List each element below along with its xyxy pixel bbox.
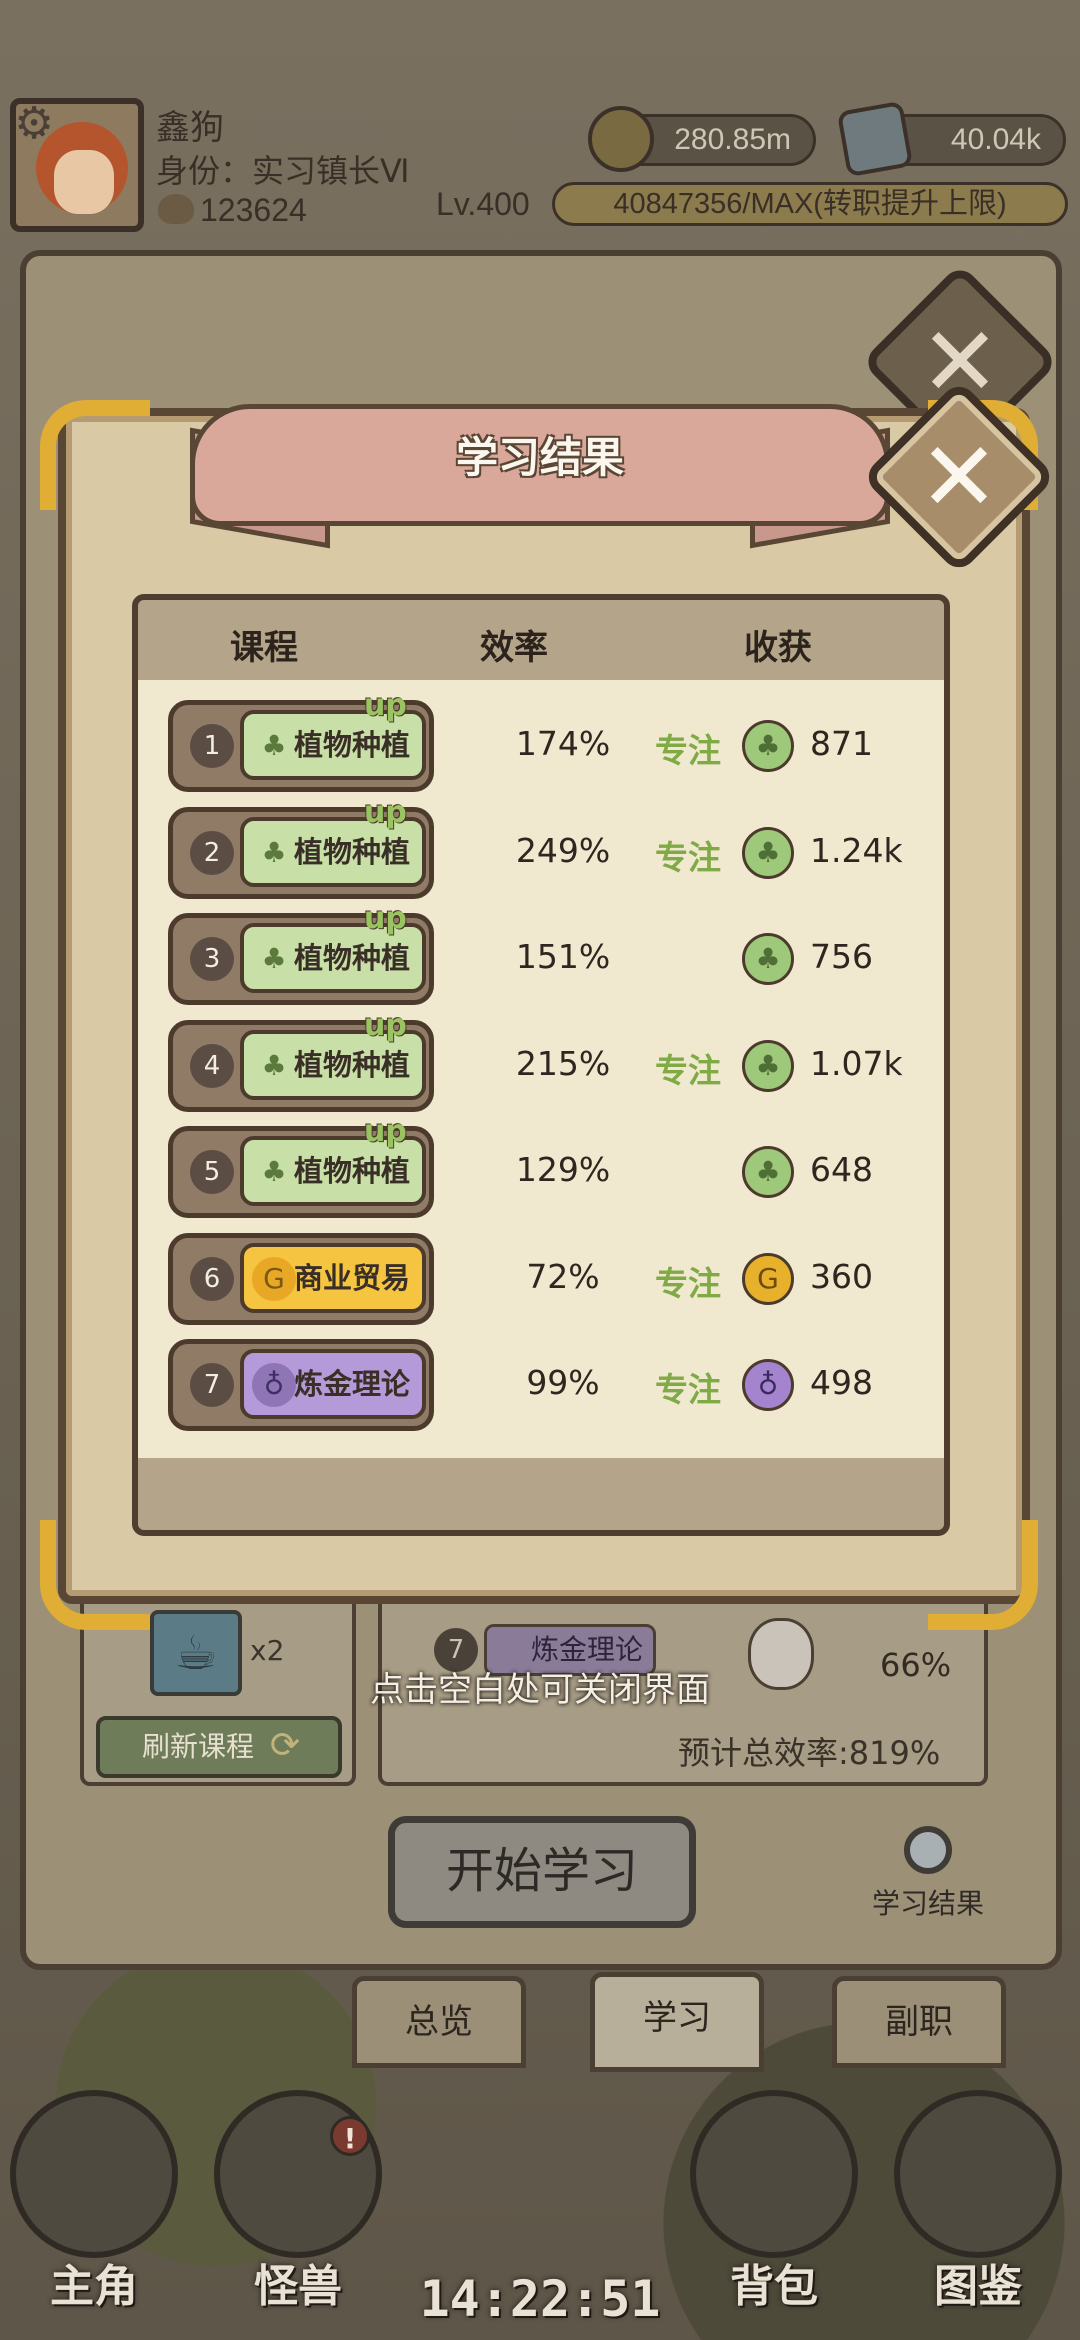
row-gain: 498	[810, 1363, 873, 1402]
focus-label: 专注	[655, 837, 721, 877]
monster-icon	[214, 2090, 382, 2258]
plant-icon: ♣	[261, 1155, 287, 1188]
refresh-icon: ⟳	[269, 1725, 300, 1766]
monster-alert-badge: !	[330, 2116, 370, 2156]
result-row: 7 ♁ 炼金理论 99% 专注 ♁ 498	[138, 1333, 944, 1439]
close-hint: 点击空白处可关闭界面	[370, 1670, 710, 1710]
up-arrow-icon: up	[364, 794, 407, 830]
player-name: 鑫狗	[156, 109, 224, 147]
result-row: 3 ♣ 植物种植 up 151% ♣ 756	[138, 901, 944, 1013]
xp-bar: 40847356/MAX(转职提升上限)	[552, 182, 1068, 226]
ore-icon	[836, 100, 914, 178]
study-result-label: 学习结果	[871, 1887, 984, 1920]
plant-icon: ♣	[261, 1048, 287, 1082]
plant-icon: ♣	[261, 729, 287, 762]
row-rank: 5	[190, 1150, 234, 1194]
plant-gain-icon: ♣	[742, 1039, 794, 1092]
row-efficiency: 129%	[515, 1150, 611, 1189]
plant-gain-icon: ♣	[742, 1146, 794, 1198]
row-rank: 2	[190, 830, 234, 875]
alchemy-gain-icon: ♁	[742, 1359, 794, 1411]
trade-gain-icon: G	[742, 1252, 794, 1305]
corner-ornament	[928, 1520, 1038, 1630]
result-table: 课程 效率 收获 1 ♣ 植物种植 up 174% 专注 ♣ 871 2 ♣ 植物种植 up 249% 专…	[132, 594, 950, 1536]
refresh-course-label: 刷新课程	[142, 1730, 255, 1763]
up-arrow-icon: up	[364, 1007, 407, 1043]
course-name: 炼金理论	[293, 1367, 410, 1401]
player-role: 身份：实习镇长Ⅵ	[156, 153, 410, 189]
trade-icon: G	[252, 1256, 296, 1301]
close-icon: ✕	[918, 421, 1000, 533]
tab-study[interactable]: 学习	[590, 1972, 764, 2072]
top-hud: ⚙ 鑫狗 身份：实习镇长Ⅵ 123624 280.85m 40.04k Lv.4…	[0, 0, 1080, 240]
result-row: 5 ♣ 植物种植 up 129% ♣ 648	[138, 1114, 944, 1226]
settings-gear-icon[interactable]: ⚙	[10, 100, 58, 148]
codex-book-icon	[894, 2090, 1062, 2258]
plant-gain-icon: ♣	[742, 720, 794, 772]
result-row: 1 ♣ 植物种植 up 174% 专注 ♣ 871	[138, 688, 944, 800]
row-rank: 3	[190, 937, 234, 981]
focus-label: 专注	[655, 1050, 721, 1090]
table-body: 1 ♣ 植物种植 up 174% 专注 ♣ 871 2 ♣ 植物种植 up 249% 专注 ♣ 1.24k 3 ♣…	[138, 680, 944, 1458]
row-gain: 1.24k	[810, 830, 903, 870]
corner-ornament	[40, 400, 150, 510]
tab-overview[interactable]: 总览	[352, 1976, 526, 2068]
row-rank: 4	[190, 1043, 234, 1088]
course-name: 商业贸易	[293, 1260, 410, 1295]
course-name: 植物种植	[293, 1154, 410, 1188]
row-gain: 1.07k	[810, 1043, 903, 1083]
plant-gain-icon: ♣	[742, 933, 794, 985]
up-arrow-icon: up	[364, 1114, 407, 1149]
corner-ornament	[40, 1520, 150, 1630]
row-gain: 648	[810, 1150, 873, 1189]
up-arrow-icon: up	[364, 688, 407, 723]
header-course: 课程	[230, 628, 298, 668]
row-rank: 6	[190, 1256, 234, 1301]
start-study-button[interactable]: 开始学习	[388, 1816, 696, 1928]
row-rank: 7	[190, 1363, 234, 1407]
modal-title: 学习结果	[455, 433, 624, 482]
coin-count: 123624	[200, 192, 307, 228]
avatar-face	[54, 150, 114, 214]
small-coin-icon	[158, 194, 194, 224]
header-gain: 收获	[744, 628, 812, 668]
course-badge: ♁ 炼金理论	[240, 1349, 426, 1419]
player-level: Lv.400	[436, 186, 530, 222]
result-row: 2 ♣ 植物种植 up 249% 专注 ♣ 1.24k	[138, 795, 944, 907]
focus-label: 专注	[655, 1263, 721, 1303]
row-gain: 756	[810, 937, 873, 976]
row-efficiency: 151%	[515, 937, 611, 976]
game-clock: 14:22:51	[419, 2270, 661, 2328]
alchemy-icon: ♁	[252, 1363, 296, 1407]
total-efficiency: 预计总效率:819%	[678, 1734, 941, 1772]
result-row: 4 ♣ 植物种植 up 215% 专注 ♣ 1.07k	[138, 1008, 944, 1120]
row-gain: 360	[810, 1256, 873, 1296]
plant-icon: ♣	[261, 835, 287, 869]
course-name: 植物种植	[293, 834, 410, 869]
focus-label: 专注	[655, 1370, 721, 1409]
up-arrow-icon: up	[364, 901, 407, 936]
course-name: 植物种植	[293, 941, 410, 975]
table-header: 课程 效率 收获	[138, 600, 944, 680]
course-badge: G 商业贸易	[240, 1242, 426, 1313]
refresh-course-button[interactable]: 刷新课程 ⟳	[96, 1716, 342, 1778]
backpack-icon	[690, 2090, 858, 2258]
header-efficiency: 效率	[480, 628, 548, 668]
magnifier-icon	[904, 1826, 952, 1874]
helmet-icon	[10, 2090, 178, 2258]
plant-icon: ♣	[261, 942, 287, 975]
tab-side-job[interactable]: 副职	[832, 1976, 1006, 2068]
focus-label: 专注	[655, 731, 721, 770]
plant-gain-icon: ♣	[742, 826, 794, 879]
course-name: 植物种植	[293, 728, 410, 762]
row-gain: 871	[810, 724, 873, 763]
course-name: 植物种植	[293, 1047, 410, 1082]
study-result-button[interactable]: 学习结果	[860, 1826, 996, 1922]
row-rank: 1	[190, 724, 234, 768]
result-row: 6 G 商业贸易 72% 专注 G 360	[138, 1227, 944, 1333]
gold-coin-icon	[588, 106, 654, 172]
